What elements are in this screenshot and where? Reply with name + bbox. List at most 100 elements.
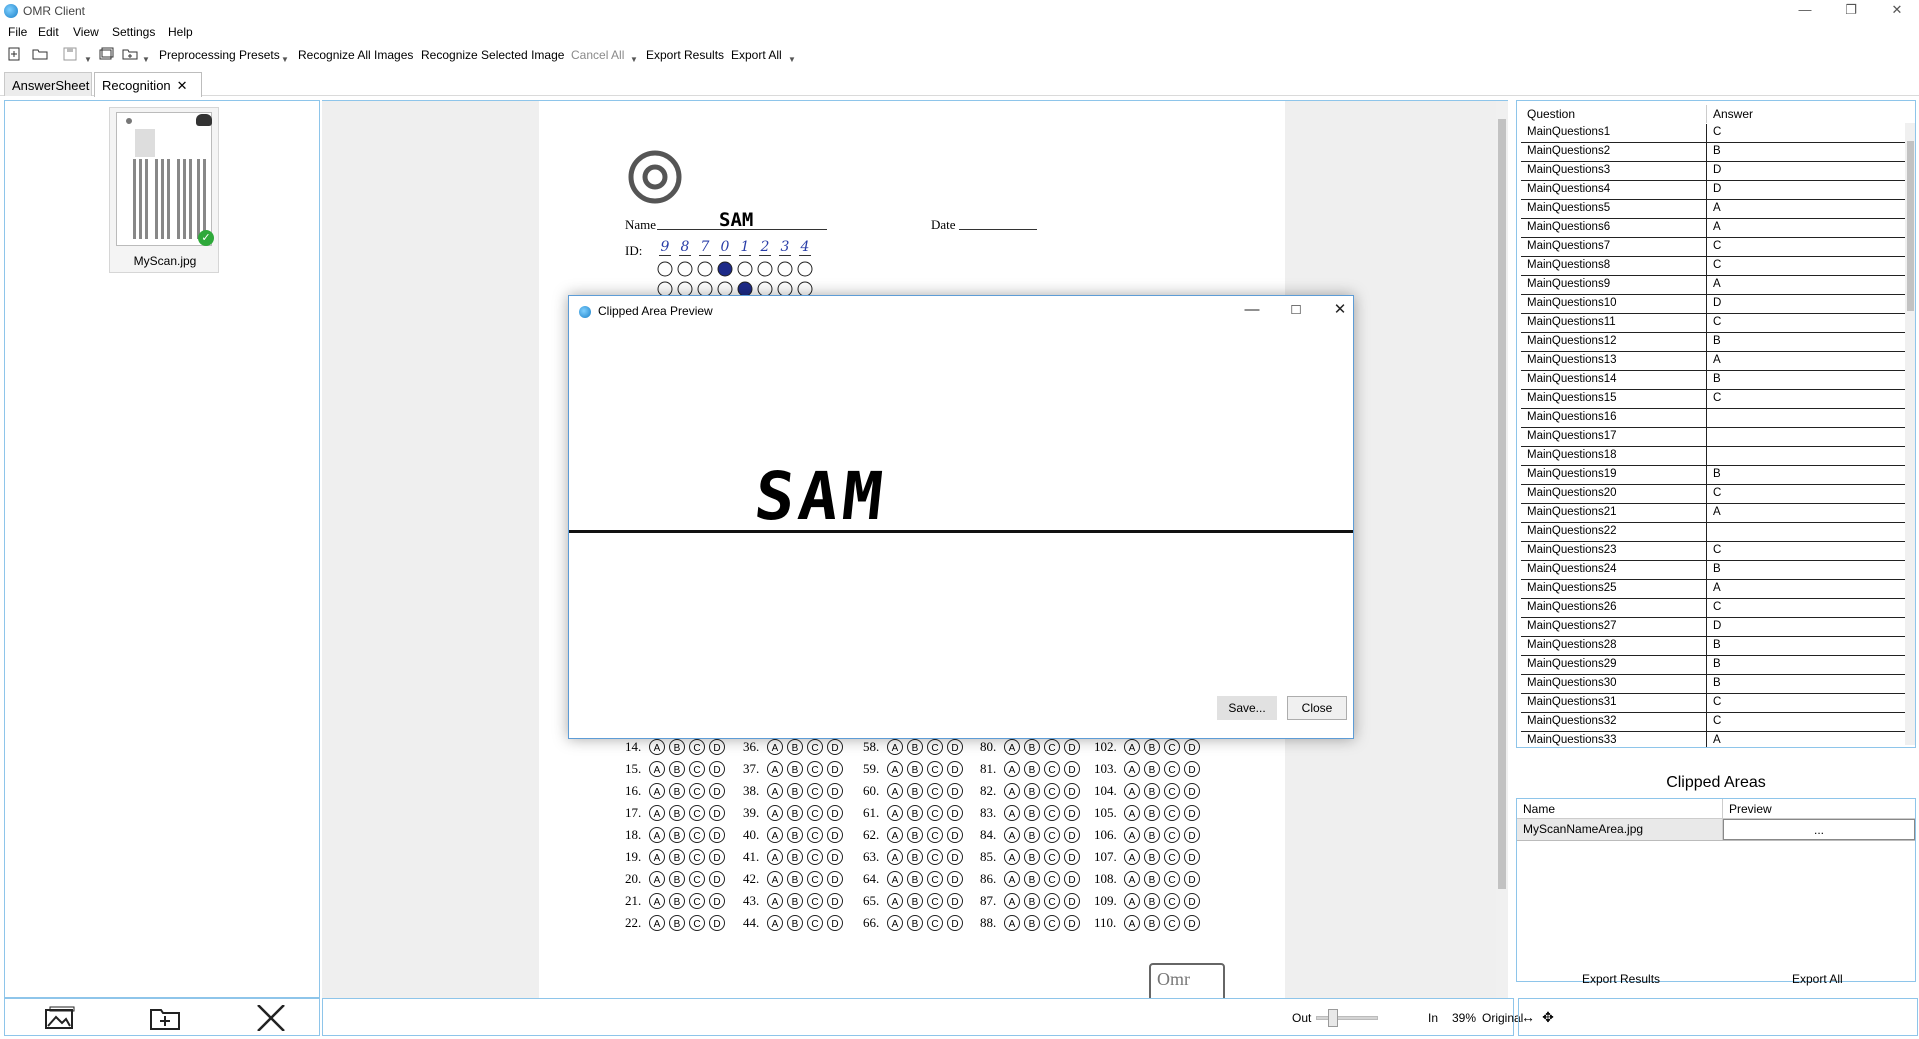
answer-cell[interactable]: D (1707, 162, 1905, 180)
answer-cell[interactable]: B (1707, 143, 1905, 161)
tab-recognition[interactable]: Recognition ✕ (94, 72, 202, 97)
save-icon[interactable] (62, 46, 78, 62)
save-button[interactable]: Save... (1217, 696, 1277, 720)
table-row[interactable]: MainQuestions8 C (1521, 257, 1905, 276)
table-row[interactable]: MainQuestions13 A (1521, 352, 1905, 371)
table-row[interactable]: MainQuestions28 B (1521, 637, 1905, 656)
answer-cell[interactable] (1707, 447, 1905, 465)
table-row[interactable]: MainQuestions25 A (1521, 580, 1905, 599)
table-row[interactable]: MainQuestions24 B (1521, 561, 1905, 580)
answers-scrollbar[interactable] (1905, 123, 1915, 745)
table-row[interactable]: MainQuestions26 C (1521, 599, 1905, 618)
table-row[interactable]: MainQuestions21 A (1521, 504, 1905, 523)
table-row[interactable]: MainQuestions19 B (1521, 466, 1905, 485)
answer-cell[interactable]: B (1707, 466, 1905, 484)
menu-edit[interactable]: Edit (38, 25, 59, 39)
table-row[interactable]: MainQuestions14 B (1521, 371, 1905, 390)
preprocessing-dropdown-icon[interactable]: ▼ (281, 55, 289, 64)
column-header-answer[interactable]: Answer (1707, 105, 1903, 123)
table-row[interactable]: MainQuestions3 D (1521, 162, 1905, 181)
minimize-icon[interactable]: — (1782, 0, 1828, 22)
answer-cell[interactable]: A (1707, 732, 1905, 747)
table-row[interactable]: MainQuestions18 (1521, 447, 1905, 466)
viewer-scrollbar[interactable] (1496, 101, 1508, 999)
zoom-in-button[interactable]: In (1428, 1011, 1438, 1025)
answer-cell[interactable]: C (1707, 713, 1905, 731)
table-row[interactable]: MainQuestions30 B (1521, 675, 1905, 694)
table-row[interactable]: MainQuestions33 A (1521, 732, 1905, 747)
add-folder-icon[interactable] (122, 46, 138, 62)
table-row[interactable]: MainQuestions20 C (1521, 485, 1905, 504)
export-dropdown-icon[interactable]: ▼ (788, 55, 796, 64)
table-row[interactable]: MainQuestions1 C (1521, 124, 1905, 143)
table-row[interactable]: MainQuestions12 B (1521, 333, 1905, 352)
add-folder-dropdown-icon[interactable]: ▼ (142, 55, 150, 64)
menu-view[interactable]: View (73, 25, 99, 39)
menu-file[interactable]: File (8, 25, 27, 39)
answer-cell[interactable]: C (1707, 599, 1905, 617)
table-row[interactable]: MainQuestions15 C (1521, 390, 1905, 409)
answer-cell[interactable]: D (1707, 181, 1905, 199)
answer-cell[interactable]: B (1707, 333, 1905, 351)
answer-cell[interactable]: A (1707, 219, 1905, 237)
answer-cell[interactable] (1707, 428, 1905, 446)
table-row[interactable]: MainQuestions9 A (1521, 276, 1905, 295)
answer-cell[interactable]: A (1707, 580, 1905, 598)
answer-cell[interactable]: D (1707, 618, 1905, 636)
answer-cell[interactable]: A (1707, 352, 1905, 370)
answer-cell[interactable]: C (1707, 390, 1905, 408)
images-icon[interactable] (98, 46, 114, 62)
table-row[interactable]: MainQuestions22 (1521, 523, 1905, 542)
table-row[interactable]: MainQuestions17 (1521, 428, 1905, 447)
table-row[interactable]: MainQuestions11 C (1521, 314, 1905, 333)
tab-answersheet[interactable]: AnswerSheet (4, 72, 92, 96)
viewer-scrollbar-thumb[interactable] (1498, 119, 1506, 889)
answer-cell[interactable]: C (1707, 238, 1905, 256)
table-row[interactable]: MainQuestions32 C (1521, 713, 1905, 732)
add-folder-icon[interactable] (149, 1005, 181, 1031)
answer-cell[interactable]: A (1707, 504, 1905, 522)
answer-cell[interactable]: B (1707, 637, 1905, 655)
export-results-button[interactable]: Export Results (646, 48, 724, 62)
cancel-all-button[interactable]: Cancel All (571, 48, 624, 62)
table-row[interactable]: MainQuestions5 A (1521, 200, 1905, 219)
clipped-area-row[interactable]: MyScanNameArea.jpg ... (1517, 819, 1915, 841)
answer-cell[interactable]: C (1707, 257, 1905, 275)
minimize-icon[interactable]: — (1237, 300, 1267, 320)
restore-icon[interactable]: ❐ (1828, 0, 1874, 22)
table-row[interactable]: MainQuestions23 C (1521, 542, 1905, 561)
answer-cell[interactable]: B (1707, 561, 1905, 579)
table-row[interactable]: MainQuestions10 D (1521, 295, 1905, 314)
export-all-button[interactable]: Export All (731, 48, 782, 62)
column-header-preview[interactable]: Preview (1723, 799, 1915, 818)
answer-cell[interactable] (1707, 523, 1905, 541)
close-icon[interactable]: ✕ (1325, 300, 1355, 320)
answer-cell[interactable]: A (1707, 200, 1905, 218)
column-header-name[interactable]: Name (1517, 799, 1723, 818)
recognize-selected-button[interactable]: Recognize Selected Image (421, 48, 564, 62)
export-results-button[interactable]: Export Results (1582, 972, 1660, 986)
answer-cell[interactable]: B (1707, 656, 1905, 674)
table-row[interactable]: MainQuestions31 C (1521, 694, 1905, 713)
table-row[interactable]: MainQuestions16 (1521, 409, 1905, 428)
answer-cell[interactable] (1707, 409, 1905, 427)
zoom-out-button[interactable]: Out (1292, 1011, 1311, 1025)
table-row[interactable]: MainQuestions4 D (1521, 181, 1905, 200)
answer-cell[interactable]: C (1707, 314, 1905, 332)
answer-cell[interactable]: B (1707, 675, 1905, 693)
recognize-all-button[interactable]: Recognize All Images (298, 48, 413, 62)
open-folder-icon[interactable] (32, 46, 48, 62)
answer-cell[interactable]: B (1707, 371, 1905, 389)
answer-cell[interactable]: C (1707, 485, 1905, 503)
answer-cell[interactable]: C (1707, 694, 1905, 712)
table-row[interactable]: MainQuestions7 C (1521, 238, 1905, 257)
image-thumbnail[interactable]: ✓ MyScan.jpg (109, 107, 219, 273)
close-icon[interactable]: ✕ (1874, 0, 1919, 22)
clipped-area-preview-button[interactable]: ... (1723, 819, 1915, 840)
remove-image-icon[interactable] (255, 1005, 287, 1031)
preprocessing-presets-button[interactable]: Preprocessing Presets (159, 48, 280, 62)
answer-cell[interactable]: C (1707, 542, 1905, 560)
table-row[interactable]: MainQuestions6 A (1521, 219, 1905, 238)
zoom-slider-thumb[interactable] (1328, 1009, 1338, 1027)
table-row[interactable]: MainQuestions27 D (1521, 618, 1905, 637)
